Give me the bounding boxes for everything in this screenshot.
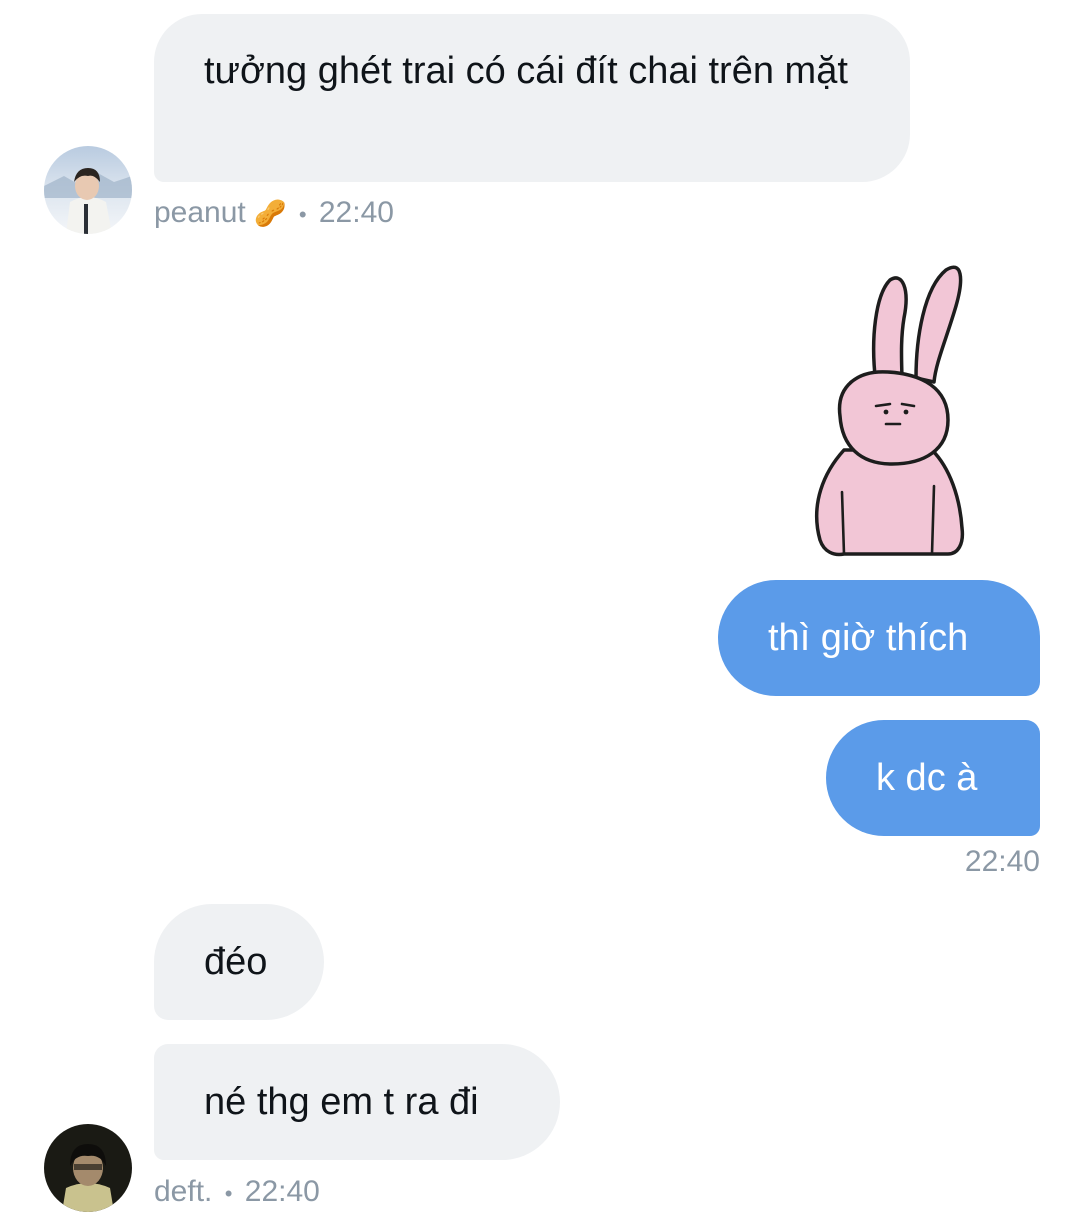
message-text: thì giờ thích [768, 617, 969, 659]
message-time: 22:40 [318, 196, 394, 229]
sender-name[interactable]: deft. [154, 1175, 212, 1208]
sender-name[interactable]: peanut [154, 196, 246, 229]
message-text: k dc à [876, 757, 978, 799]
message-text: tưởng ghét trai có cái đít chai trên mặt [204, 50, 848, 92]
message-text: né thg em t ra đi [204, 1081, 479, 1123]
message-bubble-outgoing[interactable]: thì giờ thích [718, 580, 1040, 696]
message-bubble-incoming[interactable]: tưởng ghét trai có cái đít chai trên mặt [154, 14, 910, 182]
bunny-sticker-image [815, 265, 965, 557]
pink-bunny-sticker[interactable] [806, 258, 974, 560]
message-bubble-incoming[interactable]: né thg em t ra đi [154, 1044, 560, 1160]
message-bubble-incoming[interactable]: đéo [154, 904, 324, 1020]
message-text: đéo [204, 941, 268, 983]
peanut-avatar-photo [44, 146, 132, 234]
meta-separator: • [224, 1181, 233, 1206]
meta-separator: • [298, 202, 307, 227]
avatar-peanut[interactable] [44, 146, 132, 234]
deft-avatar-photo [44, 1124, 132, 1212]
message-meta-deft: deft. • 22:40 [154, 1175, 320, 1209]
peanut-emoji-icon: 🥜 [254, 198, 287, 228]
avatar-deft[interactable] [44, 1124, 132, 1212]
message-bubble-outgoing[interactable]: k dc à [826, 720, 1040, 836]
message-meta-outgoing: 22:40 [965, 845, 1040, 879]
message-time: 22:40 [964, 845, 1040, 878]
message-time: 22:40 [244, 1175, 320, 1208]
message-meta-peanut: peanut 🥜 • 22:40 [154, 196, 394, 230]
